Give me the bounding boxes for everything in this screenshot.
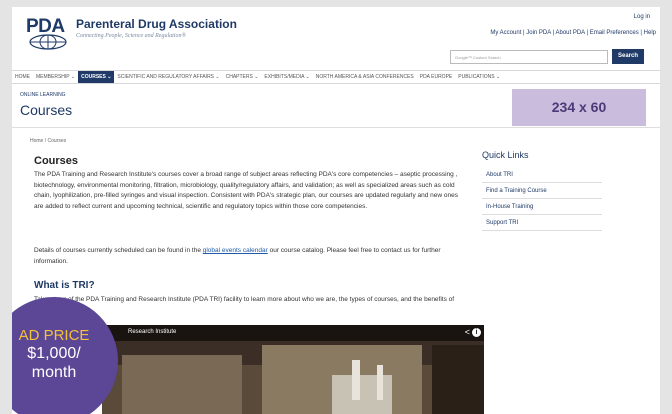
info-icon[interactable]: i	[472, 328, 481, 337]
org-tagline: Connecting People, Science and Regulatio…	[76, 33, 187, 39]
video-player[interactable]: Research Institute < i	[102, 325, 484, 414]
details-text-before: Details of courses currently scheduled c…	[34, 247, 203, 254]
section-title: Courses	[20, 102, 73, 118]
ad-price-amount: $1,000/	[27, 345, 81, 362]
org-name[interactable]: Parenteral Drug Association	[76, 17, 237, 31]
tri-paragraph: Take a tour of the PDA Training and Rese…	[34, 296, 455, 314]
nav-conferences[interactable]: NORTH AMERICA & ASIA CONFERENCES	[313, 71, 417, 83]
ad-price-label: AD PRICE	[18, 327, 90, 344]
quick-link-support-tri[interactable]: Support TRI	[482, 215, 602, 231]
events-calendar-link[interactable]: global events calendar	[203, 247, 268, 254]
quick-link-in-house[interactable]: In-House Training	[482, 199, 602, 215]
nav-home[interactable]: HOME	[12, 71, 33, 83]
section-label: ONLINE LEARNING	[20, 92, 66, 98]
quick-links-title: Quick Links	[482, 150, 529, 160]
main-nav: HOME MEMBERSHIP ⌄ COURSES ⌄ SCIENTIFIC A…	[12, 70, 660, 84]
ad-placeholder[interactable]: 234 x 60	[512, 89, 646, 126]
what-is-tri-heading: What is TRI?	[34, 280, 95, 291]
quick-link-find-course[interactable]: Find a Training Course	[482, 183, 602, 199]
nav-membership[interactable]: MEMBERSHIP ⌄	[33, 71, 78, 83]
share-icon[interactable]: <	[465, 327, 470, 337]
ad-price-period: month	[31, 364, 77, 381]
nav-publications[interactable]: PUBLICATIONS ⌄	[455, 71, 503, 83]
login-link[interactable]: Log in	[634, 14, 650, 20]
page: PDA Parenteral Drug Association Connecti…	[12, 7, 660, 414]
nav-chapters[interactable]: CHAPTERS ⌄	[223, 71, 262, 83]
nav-pda-europe[interactable]: PDA EUROPE	[417, 71, 456, 83]
intro-paragraph: The PDA Training and Research Institute'…	[34, 171, 458, 210]
nav-exhibits-media[interactable]: EXHIBITS/MEDIA ⌄	[261, 71, 312, 83]
quick-links-list: About TRI Find a Training Course In-Hous…	[482, 167, 602, 231]
pda-logo[interactable]: PDA	[22, 16, 74, 50]
details-paragraph: Details of courses currently scheduled c…	[34, 246, 459, 267]
globe-icon	[29, 34, 67, 50]
site-header: PDA Parenteral Drug Association Connecti…	[12, 7, 660, 65]
video-title: Research Institute	[128, 329, 177, 335]
search-button[interactable]: Search	[612, 49, 644, 64]
divider	[12, 127, 660, 128]
breadcrumb[interactable]: Home / Courses	[30, 138, 66, 144]
quick-link-about-tri[interactable]: About TRI	[482, 167, 602, 183]
search-input[interactable]: Google™ Custom Search	[450, 50, 608, 64]
nav-scientific-regulatory[interactable]: SCIENTIFIC AND REGULATORY AFFAIRS ⌄	[114, 71, 222, 83]
nav-courses[interactable]: COURSES ⌄	[78, 71, 115, 83]
utility-links[interactable]: My Account | Join PDA | About PDA | Emai…	[490, 30, 656, 36]
page-title: Courses	[34, 155, 79, 167]
